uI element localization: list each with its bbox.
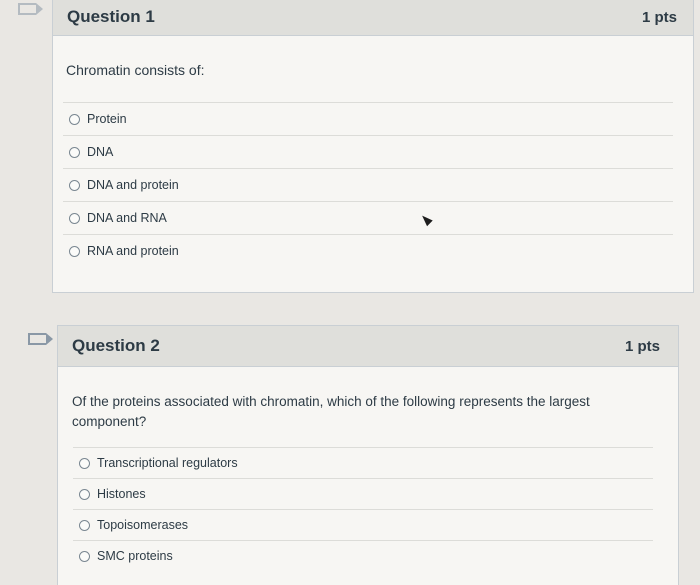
answer-label: Topoisomerases: [97, 518, 189, 532]
flag-question-icon[interactable]: [18, 3, 43, 15]
radio-button[interactable]: [69, 113, 80, 125]
flag-question-icon[interactable]: [28, 333, 53, 345]
answer-option[interactable]: RNA and protein: [63, 234, 673, 267]
radio-button[interactable]: [69, 179, 80, 191]
answer-label: Transcriptional regulators: [97, 456, 238, 470]
answer-option[interactable]: SMC proteins: [73, 540, 653, 571]
question-title: Question 2: [72, 336, 160, 355]
question-text: Chromatin consists of:: [66, 62, 205, 78]
answer-option[interactable]: DNA and RNA: [63, 201, 673, 234]
radio-button[interactable]: [79, 457, 90, 469]
radio-button[interactable]: [69, 146, 80, 158]
answer-option[interactable]: DNA: [63, 135, 673, 168]
answer-label: SMC proteins: [97, 549, 173, 563]
question-1-header: Question 1 1 pts: [53, 0, 693, 36]
answer-label: DNA: [87, 145, 114, 159]
radio-button[interactable]: [69, 212, 80, 224]
radio-button[interactable]: [79, 519, 90, 531]
answer-option[interactable]: Protein: [63, 102, 673, 135]
answer-option[interactable]: Topoisomerases: [73, 509, 653, 540]
question-2-header: Question 2 1 pts: [58, 326, 678, 367]
radio-button[interactable]: [69, 245, 80, 257]
answer-option[interactable]: Histones: [73, 478, 653, 509]
answer-label: RNA and protein: [87, 244, 179, 258]
answer-label: DNA and RNA: [87, 211, 167, 225]
question-points: 1 pts: [641, 8, 677, 26]
question-title: Question 1: [67, 7, 155, 26]
radio-button[interactable]: [79, 488, 90, 500]
answer-label: Histones: [97, 487, 146, 501]
question-text: Of the proteins associated with chromati…: [72, 394, 590, 429]
answer-option[interactable]: Transcriptional regulators: [73, 447, 653, 478]
question-1-card: Question 1 1 pts Chromatin consists of: …: [52, 0, 694, 293]
radio-button[interactable]: [79, 550, 90, 562]
answer-label: Protein: [87, 112, 127, 126]
answer-label: DNA and protein: [87, 178, 179, 192]
question-points: 1 pts: [624, 337, 660, 355]
question-2-card: Question 2 1 pts Of the proteins associa…: [57, 325, 679, 585]
answer-option[interactable]: DNA and protein: [63, 168, 673, 201]
answer-list: Transcriptional regulators Histones Topo…: [73, 447, 653, 571]
answer-list: Protein DNA DNA and protein DNA and RNA …: [63, 102, 673, 267]
